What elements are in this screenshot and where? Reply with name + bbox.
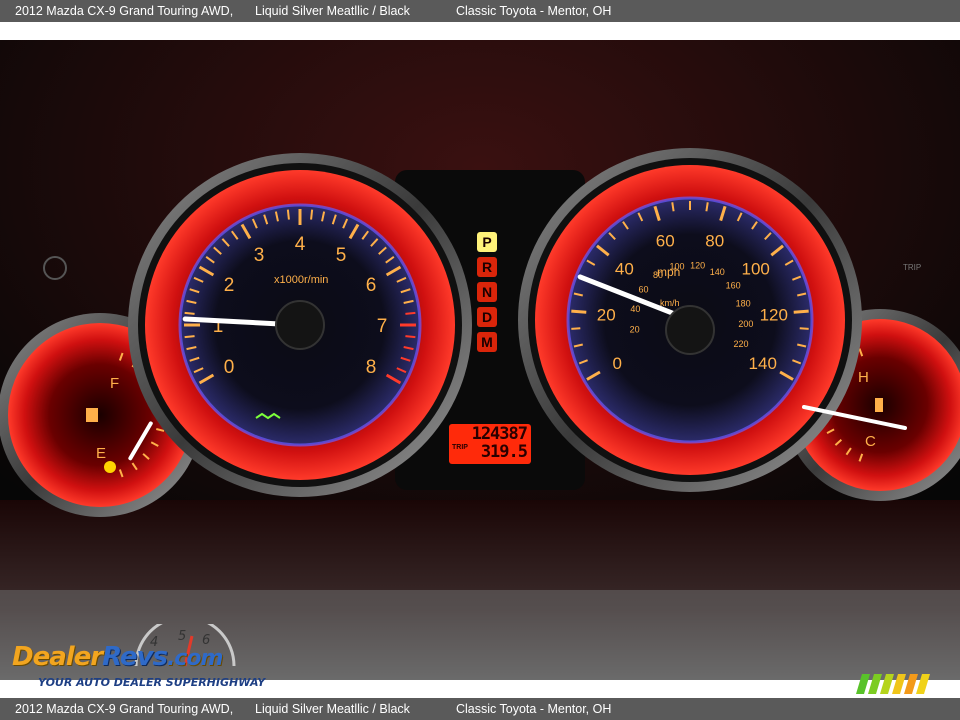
tach-label: 6 xyxy=(366,275,377,296)
tach-label: 0 xyxy=(224,357,235,378)
kmh-label: 220 xyxy=(733,339,748,349)
logo-wordmark: DealerRevs.com xyxy=(12,642,223,672)
kmh-label: 100 xyxy=(669,262,684,272)
mph-label: 120 xyxy=(760,306,788,325)
gear-label: P xyxy=(482,234,491,250)
tach-label: 3 xyxy=(254,245,265,266)
tach-tick xyxy=(405,335,416,339)
speed-tick xyxy=(671,202,675,212)
low-fuel-warning-icon xyxy=(104,461,116,473)
mph-label: 80 xyxy=(705,232,724,251)
speedometer: mph km/h 0204060 80100120140 20406080100 1… xyxy=(518,148,862,492)
caption-dealer: Classic Toyota - Mentor, OH xyxy=(456,4,612,18)
kmh-label: 160 xyxy=(726,280,741,290)
coolant-temp-icon xyxy=(875,398,883,412)
tach-label: 4 xyxy=(295,234,306,255)
kmh-label: 80 xyxy=(653,270,663,280)
tach-tick xyxy=(184,335,195,339)
kmh-label: 120 xyxy=(690,261,705,271)
kmh-label: 140 xyxy=(710,267,725,277)
gear-label: M xyxy=(481,334,493,350)
caption-color: Liquid Silver Meatllic / Black xyxy=(255,4,410,18)
tach-unit-label: x1000r/min xyxy=(274,274,328,286)
fuel-pump-icon xyxy=(86,408,98,422)
kmh-label: 180 xyxy=(736,298,751,308)
gear-label: R xyxy=(482,259,492,275)
kmh-label: 40 xyxy=(630,304,640,314)
temp-hot-label: H xyxy=(858,369,869,386)
tach-label: 8 xyxy=(366,357,377,378)
tach-tick xyxy=(310,209,314,220)
instrument-cluster: TRIP F E H C x1000r/min 012345678 mph km… xyxy=(0,40,960,680)
mph-label: 20 xyxy=(597,306,616,325)
gear-label: D xyxy=(482,309,492,325)
fuel-full-label: F xyxy=(110,375,119,392)
mph-label: 0 xyxy=(613,354,622,373)
gear-indicator: PRNDM xyxy=(477,232,497,352)
logo-name-domain: .com xyxy=(166,646,223,671)
dashboard-photo: TRIP F E H C x1000r/min 012345678 mph km… xyxy=(0,40,960,680)
speed-tick xyxy=(571,309,587,314)
speed-tick xyxy=(793,309,809,314)
dealer-logo: 4 5 6 DealerRevs.com YOUR AUTO DEALER SU… xyxy=(12,624,272,694)
tach-label: 2 xyxy=(224,275,235,296)
kmh-label: 200 xyxy=(738,319,753,329)
mph-label: 60 xyxy=(656,232,675,251)
caption-bar-bottom: 2012 Mazda CX-9 Grand Touring AWD, Liqui… xyxy=(0,698,960,720)
watermark-stripes-logo xyxy=(856,674,930,694)
logo-name-revs: Revs xyxy=(102,642,168,672)
odometer-total: 124387 xyxy=(471,424,528,444)
tach-tick xyxy=(286,209,290,220)
tach-label: 7 xyxy=(377,316,388,337)
kmh-label: 20 xyxy=(630,324,640,334)
caption-vehicle: 2012 Mazda CX-9 Grand Touring AWD, xyxy=(15,702,234,716)
trip-label: TRIP xyxy=(452,444,468,451)
mph-label: 100 xyxy=(741,260,769,279)
trip-value: 319.5 xyxy=(480,442,528,462)
tach-tick xyxy=(405,311,416,315)
tach-label: 5 xyxy=(336,245,347,266)
caption-color: Liquid Silver Meatllic / Black xyxy=(255,702,410,716)
speed-tick xyxy=(799,327,809,330)
speed-tick xyxy=(571,327,581,330)
gear-label: N xyxy=(482,284,492,300)
tach-tick xyxy=(184,311,195,315)
tachometer: x1000r/min 012345678 xyxy=(128,153,472,497)
logo-tagline: YOUR AUTO DEALER SUPERHIGHWAY xyxy=(38,676,266,689)
tach-hub xyxy=(275,300,325,350)
caption-dealer: Classic Toyota - Mentor, OH xyxy=(456,702,612,716)
speed-tick xyxy=(705,202,709,212)
caption-vehicle: 2012 Mazda CX-9 Grand Touring AWD, xyxy=(15,4,234,18)
fuel-empty-label: E xyxy=(96,445,106,462)
temp-cold-label: C xyxy=(865,433,876,450)
kmh-unit-label: km/h xyxy=(660,298,680,308)
odometer-display: 124387 TRIP 319.5 xyxy=(449,424,531,464)
caption-bar-top: 2012 Mazda CX-9 Grand Touring AWD, Liqui… xyxy=(0,0,960,22)
logo-name-dealer: Dealer xyxy=(12,642,103,672)
speed-hub xyxy=(665,305,715,355)
kmh-label: 60 xyxy=(639,285,649,295)
trip-button-label: TRIP xyxy=(903,263,921,272)
mph-label: 40 xyxy=(615,260,634,279)
mph-label: 140 xyxy=(749,354,777,373)
